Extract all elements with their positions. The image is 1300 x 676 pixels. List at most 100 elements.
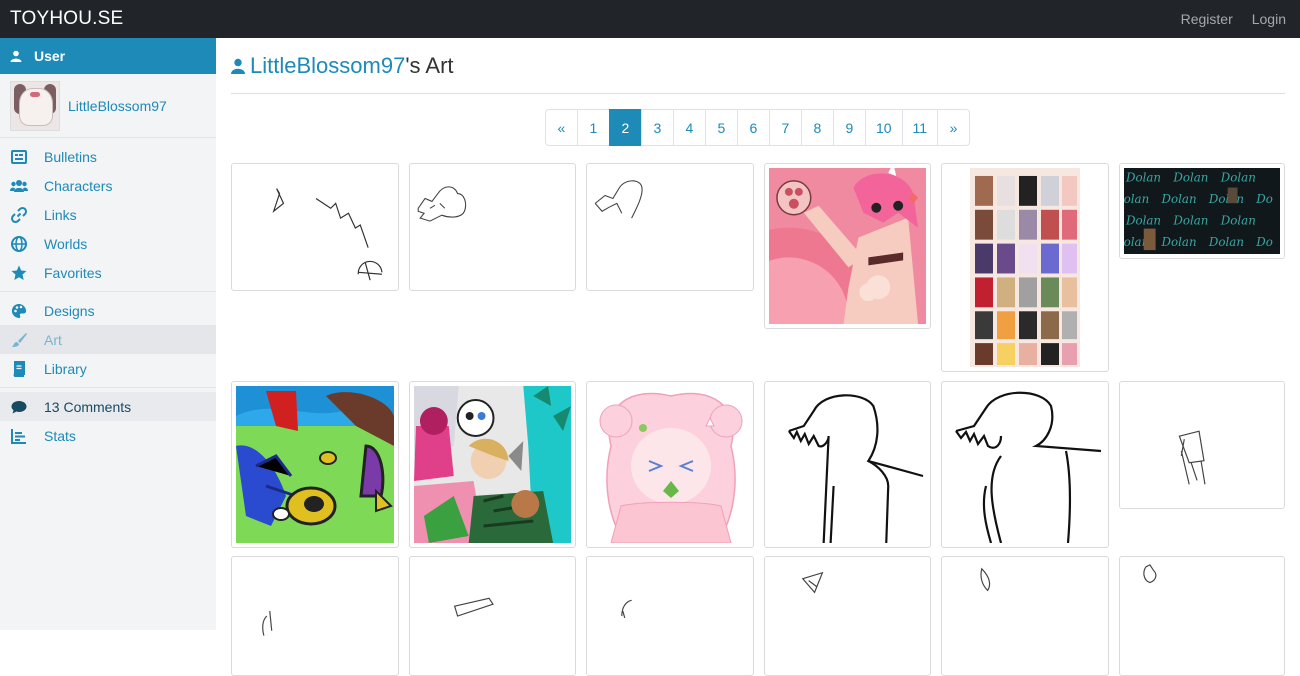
sidebar-item-art[interactable]: Art [0,325,216,354]
sidebar-item-bulletins[interactable]: Bulletins [0,142,216,171]
star-icon [11,265,27,280]
art-thumbnail[interactable] [586,163,754,291]
art-thumbnail[interactable] [409,163,576,291]
art-thumbnail[interactable] [586,381,754,548]
art-thumbnail[interactable] [764,381,931,548]
page-title: LittleBlossom97 's Art [231,38,1285,94]
profile-username[interactable]: LittleBlossom97 [68,98,167,114]
svg-text:Dolan: Dolan [1161,192,1197,206]
group-art-image [414,386,571,543]
sidebar-group-meta: 13 Comments Stats [0,388,216,454]
title-suffix: 's Art [405,52,454,78]
character-art-image [236,386,394,543]
sketch-image [262,611,273,636]
top-nav-links: Register Login [1181,11,1286,27]
art-thumbnail[interactable] [941,381,1109,548]
character-sheet-image [970,168,1080,367]
sketch-image [946,386,1104,543]
sidebar-group-content: Designs Art Library [0,292,216,388]
sidebar-item-characters[interactable]: Characters [0,171,216,200]
sketch-image [801,571,824,594]
sidebar-item-library[interactable]: Library [0,354,216,383]
svg-text:Dolan: Dolan [1208,192,1244,206]
svg-text:Do: Do [1255,192,1273,206]
sidebar-item-label: Worlds [44,235,88,252]
avatar[interactable] [10,80,60,131]
character-art-image [591,386,749,543]
register-link[interactable]: Register [1181,11,1233,27]
globe-icon [11,235,27,252]
sidebar-item-comments[interactable]: 13 Comments [0,392,216,421]
sidebar-item-label: 13 Comments [44,398,132,415]
characters-icon [10,179,28,192]
site-logo[interactable]: TOYHOU.SE [10,8,123,30]
sidebar-item-stats[interactable]: Stats [0,421,216,450]
pagination-page-7[interactable]: 7 [768,109,802,146]
art-thumbnail[interactable] [409,556,576,676]
pagination-page-6[interactable]: 6 [736,109,770,146]
comment-icon [11,400,27,413]
pagination-prev[interactable]: « [544,109,578,146]
pagination-page-1[interactable]: 1 [576,109,610,146]
art-thumbnail[interactable] [1119,556,1285,676]
sidebar-item-designs[interactable]: Designs [0,296,216,325]
art-thumbnail[interactable] [941,163,1109,372]
sidebar-item-links[interactable]: Links [0,200,216,229]
sidebar-item-label: Stats [44,427,76,444]
login-link[interactable]: Login [1252,11,1286,27]
svg-text:Dolan: Dolan [1124,192,1149,206]
sketch-image [769,386,926,543]
sidebar-group-main: Bulletins Characters Links Worlds Favori… [0,138,216,292]
art-thumbnail[interactable] [764,556,931,676]
art-thumbnail[interactable] [764,163,931,329]
art-thumbnail[interactable]: DolanDolanDolan DolanDolanDolanDo DolanD… [1119,163,1285,259]
svg-text:Dolan: Dolan [1172,214,1208,228]
sketch-image [417,186,467,222]
sidebar-item-label: Art [44,331,62,348]
art-thumbnail[interactable] [231,381,399,548]
art-thumbnail[interactable] [586,556,754,676]
pagination-page-10[interactable]: 10 [864,109,903,146]
book-icon [13,360,25,377]
art-thumbnail[interactable] [1119,381,1285,509]
main-content: LittleBlossom97 's Art « 1 2 3 4 5 6 7 8… [231,38,1285,676]
pagination-page-11[interactable]: 11 [901,109,939,146]
sidebar-item-worlds[interactable]: Worlds [0,229,216,258]
pagination-page-8[interactable]: 8 [800,109,834,146]
palette-icon [11,303,27,318]
sidebar-item-label: Characters [44,177,113,194]
profile-block: LittleBlossom97 [0,74,216,138]
sidebar-item-label: Bulletins [44,148,97,165]
pagination-next[interactable]: » [937,109,971,146]
sketch-image [980,567,991,592]
pagination-page-2-current[interactable]: 2 [608,109,642,146]
art-thumbnail[interactable] [409,381,576,548]
sidebar-item-favorites[interactable]: Favorites [0,258,216,287]
svg-text:Dolan: Dolan [1220,214,1256,228]
chart-icon [11,428,26,444]
sketch-image [1143,564,1157,584]
user-icon [10,50,22,62]
pagination: « 1 2 3 4 5 6 7 8 9 10 11 » [231,109,1285,146]
svg-text:Dolan: Dolan [1125,171,1161,185]
sketch-image [272,188,383,281]
user-icon [231,58,245,74]
sidebar-item-label: Favorites [44,264,102,281]
pagination-page-3[interactable]: 3 [640,109,674,146]
pagination-page-4[interactable]: 4 [672,109,706,146]
art-thumbnail[interactable] [231,556,399,676]
art-thumbnail[interactable] [941,556,1109,676]
art-thumbnail[interactable] [231,163,399,291]
pattern-art-image: DolanDolanDolan DolanDolanDolanDo DolanD… [1124,168,1280,254]
title-username-link[interactable]: LittleBlossom97 [250,53,405,79]
svg-text:Do: Do [1255,235,1273,249]
sketch-image [1178,430,1206,485]
sidebar-header-label: User [34,48,66,64]
sketch-image [621,599,632,619]
pagination-page-9[interactable]: 9 [832,109,866,146]
svg-text:Dolan: Dolan [1172,171,1208,185]
character-art-image [769,168,926,324]
pagination-page-5[interactable]: 5 [704,109,738,146]
sidebar: User LittleBlossom97 Bulletins Character… [0,38,216,630]
sidebar-item-label: Links [44,206,77,223]
